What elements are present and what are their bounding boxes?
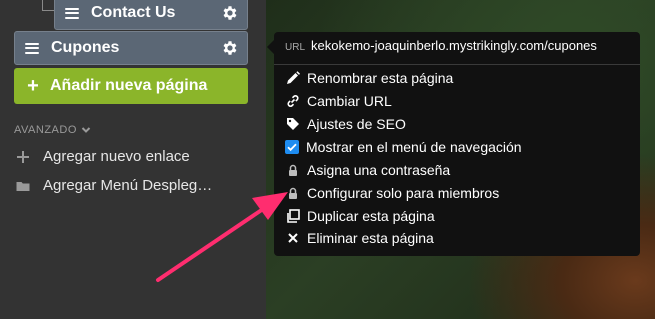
close-icon	[285, 231, 300, 246]
add-new-page-label: Añadir nueva página	[50, 77, 208, 94]
gear-icon[interactable]	[221, 39, 239, 57]
page-item-label: Contact Us	[91, 4, 176, 21]
members-only-option[interactable]: Configurar solo para miembros	[285, 185, 499, 201]
duplicate-page-option[interactable]: Duplicar esta página	[285, 208, 435, 224]
show-in-navigation-checkbox[interactable]: Mostrar en el menú de navegación	[285, 139, 522, 155]
change-url-option[interactable]: Cambiar URL	[285, 93, 392, 109]
add-new-link-item[interactable]: Agregar nuevo enlace	[16, 148, 190, 165]
page-settings-popover: URL kekokemo-joaquinberlo.mystrikingly.c…	[267, 32, 640, 256]
add-new-link-label: Agregar nuevo enlace	[43, 148, 190, 165]
rename-page-option[interactable]: Renombrar esta página	[285, 70, 453, 86]
add-new-page-button[interactable]: + Añadir nueva página	[14, 68, 248, 104]
page-item-label: Cupones	[51, 39, 120, 56]
lock-icon	[285, 186, 300, 201]
show-in-navigation-label: Mostrar en el menú de navegación	[306, 139, 522, 155]
folder-icon	[16, 181, 30, 191]
assign-password-label: Asigna una contraseña	[307, 162, 451, 178]
link-icon	[285, 94, 300, 109]
delete-page-label: Eliminar esta página	[307, 230, 434, 246]
page-item-cupones[interactable]: Cupones	[14, 31, 248, 65]
add-dropdown-menu-item[interactable]: Agregar Menú Despleg…	[16, 177, 212, 194]
seo-settings-option[interactable]: Ajustes de SEO	[285, 116, 406, 132]
change-url-label: Cambiar URL	[307, 93, 392, 109]
members-only-label: Configurar solo para miembros	[307, 185, 500, 201]
url-value: kekokemo-joaquinberlo.mystrikingly.com/c…	[311, 38, 597, 53]
pages-sidebar: Contact Us Cupones + Añadir nueva página…	[0, 0, 266, 319]
copy-icon	[285, 209, 300, 224]
rename-page-label: Renombrar esta página	[307, 70, 454, 86]
plus-icon	[17, 150, 29, 163]
delete-page-option[interactable]: Eliminar esta página	[285, 230, 434, 246]
drag-handle-icon[interactable]	[65, 7, 79, 19]
chevron-down-icon	[81, 127, 91, 133]
lock-icon	[285, 163, 300, 178]
divider	[274, 64, 640, 65]
advanced-section-toggle[interactable]: AVANZADO	[14, 124, 91, 136]
url-label: URL	[285, 42, 306, 53]
page-url-row: URL kekokemo-joaquinberlo.mystrikingly.c…	[285, 38, 597, 53]
assign-password-option[interactable]: Asigna una contraseña	[285, 162, 450, 178]
pencil-icon	[285, 71, 300, 86]
checkbox-icon[interactable]	[285, 140, 299, 154]
tag-icon	[285, 117, 300, 132]
plus-icon: +	[27, 74, 39, 97]
gear-icon[interactable]	[221, 4, 239, 22]
drag-handle-icon[interactable]	[25, 42, 39, 54]
seo-settings-label: Ajustes de SEO	[307, 116, 406, 132]
add-dropdown-menu-label: Agregar Menú Despleg…	[43, 177, 213, 194]
advanced-heading: AVANZADO	[14, 124, 77, 136]
duplicate-page-label: Duplicar esta página	[307, 208, 435, 224]
popover-caret	[267, 40, 274, 54]
page-item-contact-us[interactable]: Contact Us	[54, 0, 248, 30]
